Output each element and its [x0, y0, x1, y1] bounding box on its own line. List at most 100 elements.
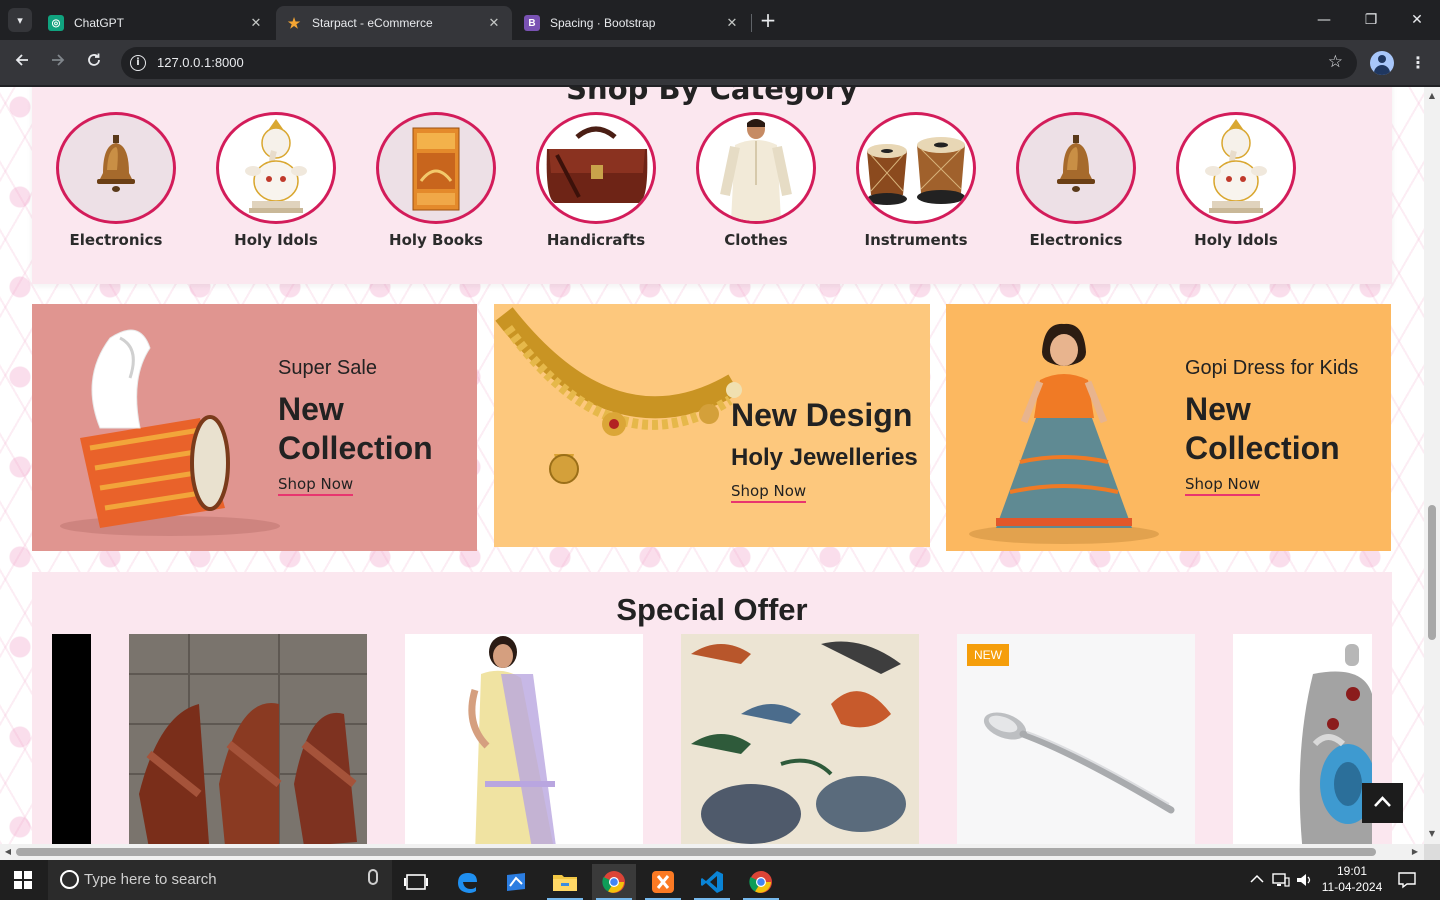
bootstrap-icon: B — [524, 15, 540, 31]
file-explorer-icon[interactable] — [543, 864, 587, 900]
banner-big-text: New Collection — [1185, 391, 1340, 466]
address-bar[interactable]: i 127.0.0.1:8000 ☆ — [121, 47, 1357, 79]
tabla-icon — [856, 112, 976, 224]
windows-start-icon[interactable] — [14, 871, 32, 889]
scrollbar-thumb[interactable] — [16, 848, 1376, 856]
dhol-drum-image — [60, 329, 280, 536]
category-electronics-2[interactable]: Electronics — [996, 112, 1156, 249]
banner-big-text: New Collection — [278, 391, 433, 466]
network-icon[interactable] — [1272, 872, 1290, 888]
category-label: Holy Idols — [234, 231, 318, 249]
category-handicrafts[interactable]: Handicrafts — [516, 112, 676, 249]
shop-now-link[interactable]: Shop Now — [731, 482, 807, 503]
scrollbar-thumb[interactable] — [1428, 505, 1436, 640]
ganesha-idol-icon — [216, 112, 336, 224]
vscode-icon[interactable] — [690, 864, 734, 900]
product-card-pendant[interactable] — [1233, 634, 1372, 844]
scroll-up-arrow-icon[interactable]: ▲ — [1424, 89, 1440, 103]
shop-now-link[interactable]: Shop Now — [1185, 475, 1261, 496]
sandals-image — [129, 634, 367, 844]
banner-holy-jewelleries[interactable]: New Design Holy Jewelleries Shop Now — [494, 304, 930, 547]
scroll-right-arrow-icon[interactable]: ▶ — [1408, 844, 1422, 860]
category-label: Electronics — [1029, 231, 1123, 249]
tab-search-button[interactable]: ▾ — [8, 8, 32, 32]
bell-icon — [1016, 112, 1136, 224]
banner-small-text: Gopi Dress for Kids — [1185, 357, 1359, 379]
tab-starpact[interactable]: ★ Starpact - eCommerce ✕ — [276, 6, 512, 40]
category-label: Handicrafts — [546, 231, 646, 249]
bell-icon — [56, 112, 176, 224]
banner-super-sale[interactable]: Super Sale New Collection Shop Now — [32, 304, 477, 551]
minimize-button[interactable]: — — [1310, 8, 1338, 32]
tab-chatgpt[interactable]: ◎ ChatGPT ✕ — [38, 6, 274, 40]
scroll-down-arrow-icon[interactable]: ▼ — [1424, 827, 1440, 841]
notification-icon[interactable] — [1398, 871, 1416, 889]
chevron-up-icon — [1374, 796, 1391, 807]
search-icon — [60, 870, 79, 889]
edge-browser-icon[interactable] — [445, 864, 489, 900]
chevron-up-icon[interactable] — [1250, 874, 1264, 884]
tab-title: ChatGPT — [74, 16, 125, 30]
arrow-left-icon — [15, 54, 28, 66]
taskbar-clock[interactable]: 19:01 11-04-2024 — [1318, 863, 1386, 895]
product-card-partial[interactable] — [52, 634, 91, 844]
page-viewport: Shop By Category Electronics Holy Idols … — [0, 87, 1424, 844]
product-card-sandals[interactable] — [129, 634, 367, 844]
bookmark-star-icon[interactable]: ☆ — [1328, 52, 1343, 72]
saree-image — [468, 636, 556, 844]
category-holy-books[interactable]: Holy Books — [356, 112, 516, 249]
tab-title: Spacing · Bootstrap — [550, 16, 656, 30]
close-window-button[interactable]: ✕ — [1403, 8, 1431, 32]
browser-toolbar: i 127.0.0.1:8000 ☆ ⋮ — [0, 40, 1440, 86]
windows-taskbar: Type here to search 19:01 11-04-2024 — [0, 860, 1440, 900]
kids-dress-image — [969, 323, 1159, 544]
banner-gopi-dress[interactable]: Gopi Dress for Kids New Collection Shop … — [946, 304, 1391, 551]
volume-icon[interactable] — [1296, 872, 1314, 888]
product-card-spoon[interactable]: NEW — [957, 634, 1195, 844]
close-icon[interactable]: ✕ — [724, 15, 740, 31]
site-info-icon[interactable]: i — [130, 55, 146, 71]
browser-menu-icon[interactable]: ⋮ — [1408, 51, 1428, 75]
app-icon-blue[interactable] — [494, 864, 538, 900]
category-instruments[interactable]: Instruments — [836, 112, 996, 249]
category-holy-idols-2[interactable]: Holy Idols — [1156, 112, 1316, 249]
horizontal-scrollbar[interactable]: ◀ ▶ — [0, 844, 1424, 860]
product-card-embroidery[interactable] — [681, 634, 919, 844]
kurta-man-icon — [696, 112, 816, 224]
star-favicon-icon: ★ — [287, 14, 301, 31]
close-icon[interactable]: ✕ — [486, 15, 502, 31]
new-badge: NEW — [967, 644, 1009, 666]
vertical-scrollbar[interactable]: ▲ ▼ — [1424, 87, 1440, 844]
category-holy-idols[interactable]: Holy Idols — [196, 112, 356, 249]
category-electronics[interactable]: Electronics — [36, 112, 196, 249]
pendant-image — [1299, 644, 1372, 844]
close-icon[interactable]: ✕ — [248, 15, 264, 31]
chrome-icon-2[interactable] — [739, 864, 783, 900]
xampp-icon[interactable] — [641, 864, 685, 900]
task-view-icon[interactable] — [394, 864, 438, 900]
category-heading: Shop By Category — [566, 87, 858, 106]
profile-avatar[interactable] — [1370, 51, 1394, 75]
forward-button[interactable] — [46, 51, 70, 75]
category-clothes[interactable]: Clothes — [676, 112, 836, 249]
back-to-top-button[interactable] — [1362, 783, 1403, 823]
shop-now-link[interactable]: Shop Now — [278, 475, 354, 496]
tab-bootstrap[interactable]: B Spacing · Bootstrap ✕ — [514, 6, 750, 40]
chatgpt-icon: ◎ — [48, 15, 64, 31]
banner-mid-text: Holy Jewelleries — [731, 444, 918, 471]
category-label: Holy Idols — [1194, 231, 1278, 249]
product-card-saree[interactable] — [405, 634, 643, 844]
microphone-icon[interactable] — [368, 869, 378, 885]
scroll-left-arrow-icon[interactable]: ◀ — [1, 844, 15, 860]
reload-button[interactable] — [82, 51, 106, 75]
new-tab-button[interactable]: + — [756, 9, 780, 33]
url-text[interactable]: 127.0.0.1:8000 — [157, 55, 244, 70]
clock-date: 11-04-2024 — [1321, 880, 1383, 894]
tab-separator — [751, 14, 752, 32]
browser-tabstrip: ▾ ◎ ChatGPT ✕ ★ Starpact - eCommerce ✕ B… — [0, 0, 1440, 40]
tab-title: Starpact - eCommerce — [312, 16, 433, 30]
maximize-button[interactable]: ❐ — [1357, 8, 1385, 32]
back-button[interactable] — [10, 51, 34, 75]
taskbar-search-box[interactable]: Type here to search — [48, 860, 392, 900]
chrome-icon[interactable] — [592, 864, 636, 900]
